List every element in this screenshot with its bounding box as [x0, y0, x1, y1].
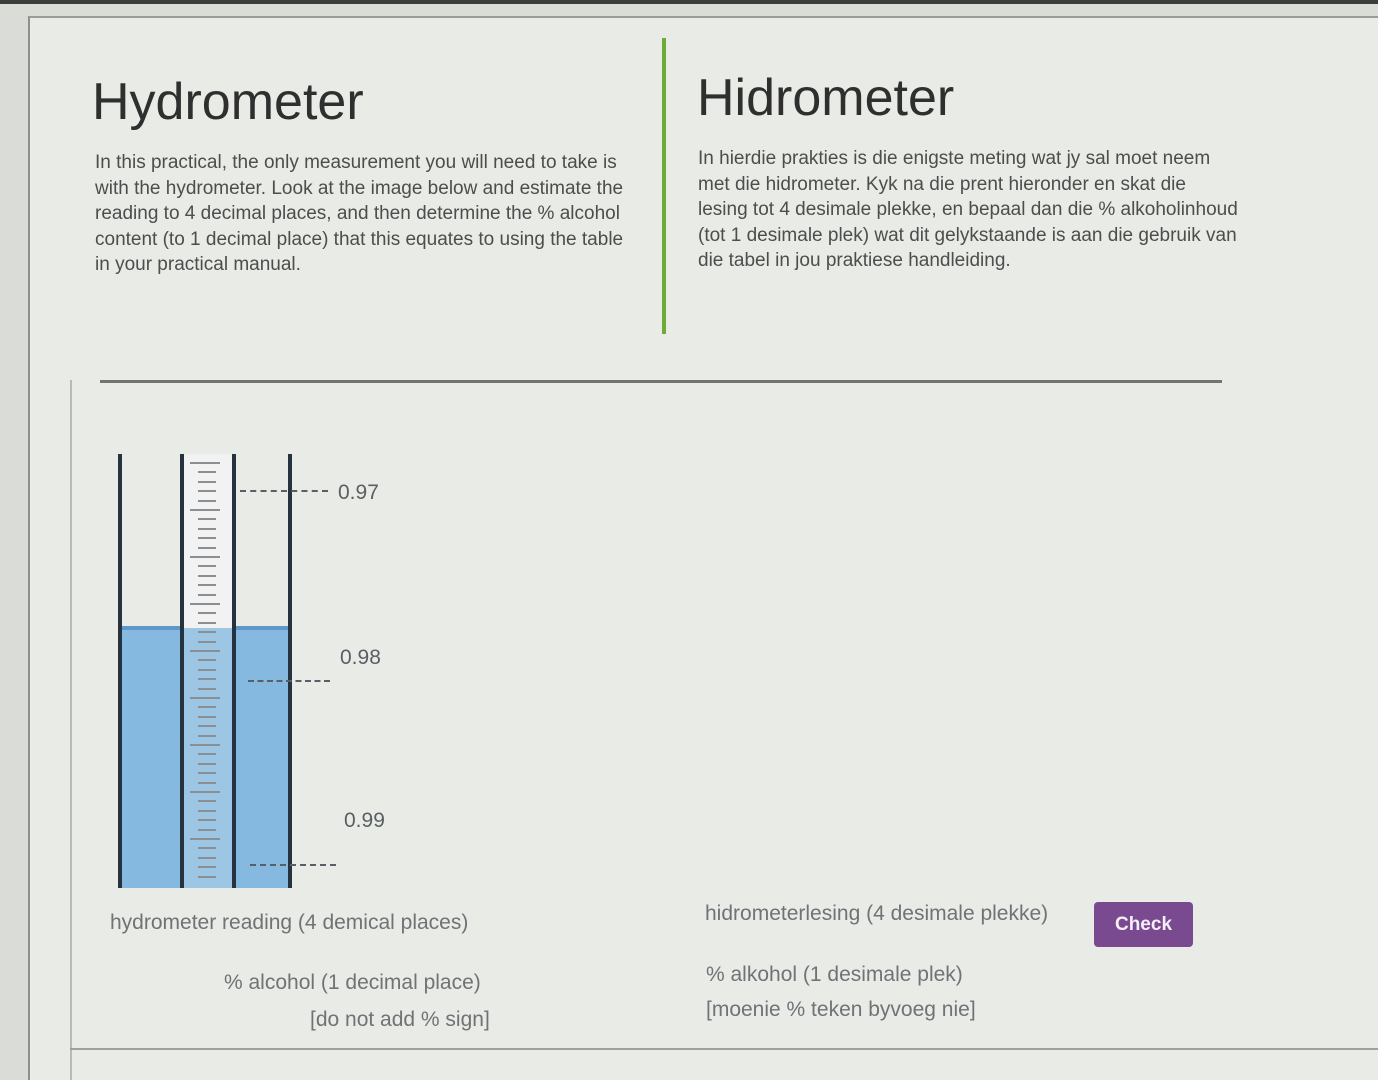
alcohol-label-english: % alcohol (1 decimal place)	[224, 971, 481, 994]
major-scale-tick	[190, 838, 220, 840]
major-scale-tick	[190, 556, 220, 558]
page-title-english: Hydrometer	[92, 73, 364, 131]
reading-line-099	[250, 864, 336, 866]
minor-scale-tick	[198, 565, 216, 567]
minor-scale-tick	[198, 678, 216, 680]
inner-frame-bottom	[70, 1048, 1378, 1050]
stem-left-wall	[180, 454, 184, 888]
minor-scale-tick	[198, 669, 216, 671]
minor-scale-tick	[198, 631, 216, 633]
minor-scale-tick	[198, 829, 216, 831]
stem-right-wall	[232, 454, 236, 888]
minor-scale-tick	[198, 641, 216, 643]
minor-scale-tick	[198, 537, 216, 539]
alcohol-note-afrikaans: [moenie % teken byvoeg nie]	[706, 998, 976, 1021]
minor-scale-tick	[198, 706, 216, 708]
minor-scale-tick	[198, 594, 216, 596]
minor-scale-tick	[198, 688, 216, 690]
major-scale-tick	[190, 462, 220, 464]
major-scale-tick	[190, 509, 220, 511]
minor-scale-tick	[198, 547, 216, 549]
minor-scale-tick	[198, 725, 216, 727]
cylinder-right-wall	[288, 454, 292, 888]
major-scale-tick	[190, 603, 220, 605]
minor-scale-tick	[198, 763, 216, 765]
minor-scale-tick	[198, 819, 216, 821]
cylinder-left-wall	[118, 454, 122, 888]
minor-scale-tick	[198, 735, 216, 737]
minor-scale-tick	[198, 847, 216, 849]
minor-scale-tick	[198, 659, 216, 661]
hydrometer-stem-submerged	[184, 628, 234, 888]
minor-scale-tick	[198, 528, 216, 530]
minor-scale-tick	[198, 857, 216, 859]
section-divider	[100, 380, 1222, 383]
minor-scale-tick	[198, 800, 216, 802]
alcohol-note-english: [do not add % sign]	[310, 1008, 490, 1031]
page-title-afrikaans: Hidrometer	[697, 69, 955, 127]
minor-scale-tick	[198, 622, 216, 624]
minor-scale-tick	[198, 481, 216, 483]
minor-scale-tick	[198, 782, 216, 784]
major-scale-tick	[190, 744, 220, 746]
minor-scale-tick	[198, 500, 216, 502]
reading-label-english: hydrometer reading (4 demical places)	[110, 911, 469, 934]
scale-label-097: 0.97	[338, 481, 379, 504]
minor-scale-tick	[198, 716, 216, 718]
scale-label-099: 0.99	[344, 809, 385, 832]
instructions-english: In this practical, the only measurement …	[95, 152, 624, 275]
minor-scale-tick	[198, 471, 216, 473]
minor-scale-tick	[198, 810, 216, 812]
minor-scale-tick	[198, 518, 216, 520]
major-scale-tick	[190, 697, 220, 699]
major-scale-tick	[190, 791, 220, 793]
inner-frame-left	[70, 380, 72, 1080]
minor-scale-tick	[198, 612, 216, 614]
major-scale-tick	[190, 650, 220, 652]
scale-label-098: 0.98	[340, 646, 381, 669]
minor-scale-tick	[198, 584, 216, 586]
top-bar	[0, 0, 1378, 4]
column-divider	[662, 38, 666, 334]
minor-scale-tick	[198, 575, 216, 577]
minor-scale-tick	[198, 753, 216, 755]
minor-scale-tick	[198, 866, 216, 868]
reading-label-afrikaans: hidrometerlesing (4 desimale plekke)	[705, 902, 1049, 925]
check-button[interactable]: Check	[1094, 902, 1193, 947]
minor-scale-tick	[198, 876, 216, 878]
minor-scale-tick	[198, 490, 216, 492]
reading-line-097	[240, 490, 328, 492]
instructions-afrikaans: In hierdie prakties is die enigste metin…	[698, 148, 1238, 271]
reading-line-098	[248, 680, 330, 682]
minor-scale-tick	[198, 772, 216, 774]
alcohol-label-afrikaans: % alkohol (1 desimale plek)	[706, 963, 963, 986]
